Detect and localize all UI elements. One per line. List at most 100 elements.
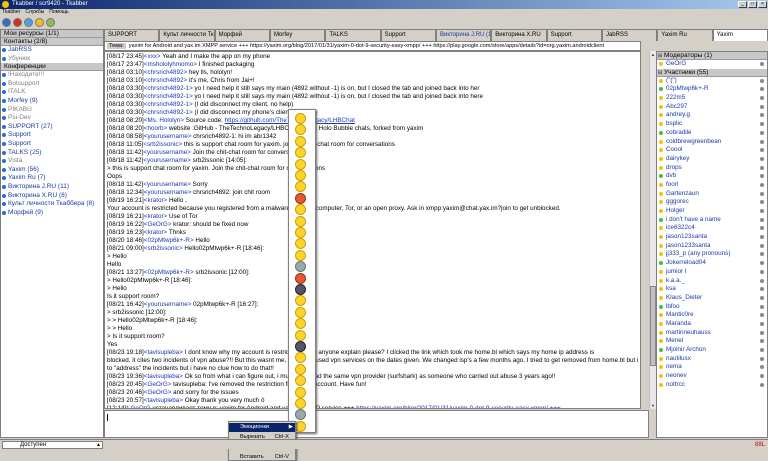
menu-help[interactable]: Помощь <box>49 9 68 16</box>
smile-emoticon-icon[interactable] <box>295 420 306 432</box>
tab-6[interactable]: Викторина J.RU (1) <box>435 29 492 41</box>
message-nick[interactable]: <GeOrG> <box>144 381 172 388</box>
message-nick[interactable]: <chrsrich4892> <box>144 77 187 84</box>
sad-emoticon-icon[interactable] <box>295 170 306 181</box>
sidebar-section-header[interactable]: Мои ресурсы (1/1) <box>1 30 103 38</box>
sick-emoticon-icon[interactable] <box>295 261 306 273</box>
participant-item[interactable]: gggorec <box>657 198 767 207</box>
tab-11[interactable]: Yaxim <box>712 29 768 41</box>
angry-emoticon-icon[interactable] <box>295 192 306 204</box>
context-menu-item[interactable]: Вставить Ctrl-V <box>229 453 295 461</box>
sidebar-item[interactable]: Викторина J.RU (11) <box>1 183 103 192</box>
message-nick[interactable]: <chrsrich4892-1> <box>144 85 193 92</box>
participant-item[interactable]: neonev <box>657 372 767 381</box>
participant-item[interactable]: dvb <box>657 172 767 181</box>
bulb-icon[interactable] <box>35 18 44 27</box>
message-nick[interactable]: <GeOrG> <box>144 389 172 396</box>
message-nick[interactable]: <yourusername> <box>143 181 191 188</box>
message-nick[interactable]: <chrsrich4892-1> <box>144 93 193 100</box>
sidebar-item[interactable]: Vista <box>1 157 103 166</box>
message-nick[interactable]: <02pMtwp6k+-R> <box>144 269 194 276</box>
message-nick[interactable]: <xxx> <box>144 53 161 60</box>
grin-emoticon-icon[interactable] <box>295 238 306 250</box>
cool-emoticon-icon[interactable] <box>295 147 306 159</box>
participant-item[interactable]: nautilusx <box>657 355 767 364</box>
sidebar-item[interactable]: Psi-Dev <box>1 114 103 123</box>
message-nick[interactable]: <chrsrich4892-1> <box>144 101 193 108</box>
participant-item[interactable]: drops <box>657 164 767 173</box>
tab-9[interactable]: JabRSS <box>601 29 658 41</box>
participant-item[interactable]: foorl <box>657 181 767 190</box>
grin-emoticon-icon[interactable] <box>295 386 306 398</box>
participant-item[interactable]: i don't have a name <box>657 216 767 225</box>
tab-2[interactable]: Морфей <box>214 29 270 41</box>
laugh-emoticon-icon[interactable] <box>295 135 306 147</box>
sidebar-item[interactable]: Botsupport <box>1 80 103 89</box>
tab-1[interactable]: Культ личности Тк... <box>159 29 215 41</box>
participants-group-header[interactable]: ⊟ Модераторы (1) <box>657 52 767 60</box>
participant-item[interactable]: bsplic <box>657 120 767 129</box>
message-nick[interactable]: * GeOrG <box>126 405 151 408</box>
participant-item[interactable]: Menel <box>657 337 767 346</box>
collapse-toggle-icon[interactable]: ⊟ <box>658 52 662 60</box>
message-nick[interactable]: <krator> <box>144 197 167 204</box>
evil-emoticon-icon[interactable] <box>295 341 306 352</box>
collapse-toggle-icon[interactable]: ⊟ <box>658 69 662 77</box>
message-nick[interactable]: <krator> <box>144 213 167 220</box>
tab-0[interactable]: SUPPORT <box>104 29 160 41</box>
message-nick[interactable]: <hoorb> <box>144 125 167 132</box>
participant-item[interactable]: Jokerreload04 <box>657 259 767 268</box>
sidebar-item[interactable]: ITALK <box>1 88 103 97</box>
sidebar-item[interactable]: TALKS (25) <box>1 149 103 158</box>
message-nick[interactable]: <yourusername> <box>143 149 191 156</box>
online-status-icon[interactable] <box>2 18 11 27</box>
participant-item[interactable]: Gartenzaun <box>657 190 767 199</box>
participant-item[interactable]: Holger <box>657 207 767 216</box>
message-nick[interactable]: <yourusername> <box>144 133 192 140</box>
context-menu-item[interactable]: Эмоционки ▶ <box>229 423 295 432</box>
participant-item[interactable]: coldbrewgreenbean <box>657 138 767 147</box>
message-nick[interactable]: <mshololyhmomo> <box>144 61 197 68</box>
participant-item[interactable]: lbfoo <box>657 303 767 312</box>
devil-emoticon-icon[interactable] <box>295 272 306 284</box>
message-nick[interactable]: <yourusername> <box>144 189 192 196</box>
chat-scrollbar[interactable]: ▲ ▼ <box>649 51 656 409</box>
tab-8[interactable]: Support <box>546 29 602 41</box>
message-nick[interactable]: <tavisupleba> <box>144 397 183 404</box>
message-nick[interactable]: <chrsrich4892> <box>144 69 187 76</box>
sidebar-item[interactable]: Убунюк <box>1 55 103 64</box>
sidebar-item[interactable]: Yaxim Ru (7) <box>1 174 103 183</box>
participant-item[interactable]: andrey.g <box>657 111 767 120</box>
tab-5[interactable]: Support <box>380 29 436 41</box>
close-button[interactable]: × <box>758 1 767 8</box>
tongue-emoticon-icon[interactable] <box>295 363 306 375</box>
sidebar-item[interactable]: Морфей (9) <box>1 209 103 218</box>
blush-emoticon-icon[interactable] <box>295 215 306 227</box>
menu-tkabber[interactable]: Tkabber <box>2 9 20 16</box>
participant-item[interactable]: GeOrG <box>657 60 767 69</box>
sleep-emoticon-icon[interactable] <box>295 409 306 421</box>
participants-group-header[interactable]: ⊟ Участники (55) <box>657 68 767 77</box>
message-nick[interactable]: <krator> <box>144 229 167 236</box>
surprised-emoticon-icon[interactable] <box>295 181 306 193</box>
participant-item[interactable]: Klaus_Dieter <box>657 294 767 303</box>
tab-4[interactable]: TALKS <box>325 29 381 41</box>
sidebar-item[interactable]: Культ личности Ткаббера (8) <box>1 200 103 209</box>
message-nick[interactable]: <02pMtwp6k+-R> <box>144 237 194 244</box>
sidebar-item[interactable]: !Находите!!! <box>1 71 103 80</box>
confused-emoticon-icon[interactable] <box>295 329 306 341</box>
message-nick[interactable]: <GeOrG> <box>144 221 172 228</box>
cry-emoticon-icon[interactable] <box>295 227 306 238</box>
add-contact-icon[interactable] <box>24 18 33 27</box>
participant-item[interactable]: 222m5 <box>657 94 767 103</box>
participant-item[interactable]: Abc297 <box>657 103 767 112</box>
message-nick[interactable]: <tavisupleba> <box>144 349 183 356</box>
shocked-emoticon-icon[interactable] <box>295 375 306 387</box>
participant-item[interactable]: Maranda <box>657 320 767 329</box>
message-nick[interactable]: <yourusername> <box>144 301 192 308</box>
participant-item[interactable]: Coool <box>657 146 767 155</box>
rolleyes-emoticon-icon[interactable] <box>295 306 306 318</box>
minimize-button[interactable]: _ <box>738 1 747 8</box>
sidebar-item[interactable]: JabRSS <box>1 46 103 55</box>
tongue-emoticon-icon[interactable] <box>295 158 306 170</box>
